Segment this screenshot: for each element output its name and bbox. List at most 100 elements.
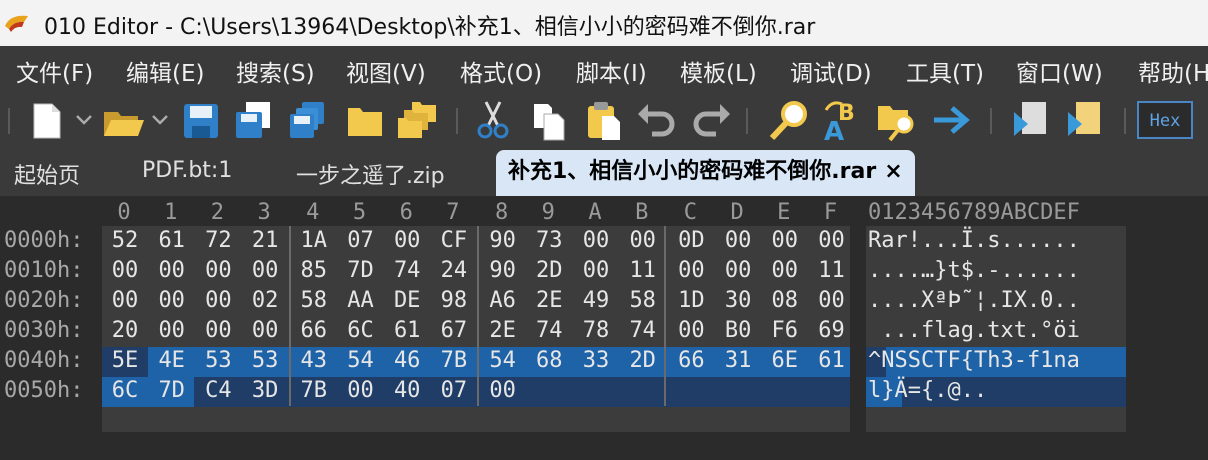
hex-byte[interactable]: 7B xyxy=(431,348,477,373)
menu-templates[interactable]: 模板(L) xyxy=(680,54,757,88)
replace-button[interactable]: BA xyxy=(820,96,866,147)
hex-byte[interactable]: 40 xyxy=(384,378,430,403)
hex-byte[interactable]: 2D xyxy=(620,348,666,373)
hex-byte[interactable]: F6 xyxy=(762,318,808,343)
hex-byte[interactable]: 00 xyxy=(102,288,148,313)
close-icon[interactable]: × xyxy=(884,150,902,194)
hex-byte[interactable]: 11 xyxy=(809,258,855,283)
hex-byte[interactable]: 07 xyxy=(338,228,384,253)
hex-byte[interactable]: 74 xyxy=(620,318,666,343)
paste-button[interactable] xyxy=(582,96,628,144)
hex-byte[interactable]: 61 xyxy=(384,318,430,343)
hex-byte[interactable]: 85 xyxy=(291,258,337,283)
run-script-button[interactable] xyxy=(1008,96,1054,144)
hex-byte[interactable]: 46 xyxy=(384,348,430,373)
hex-byte[interactable]: 11 xyxy=(620,258,666,283)
hex-byte[interactable]: 00 xyxy=(715,258,761,283)
hex-byte[interactable]: 30 xyxy=(715,288,761,313)
hex-mode-button[interactable]: Hex xyxy=(1136,96,1194,144)
hex-byte[interactable]: 74 xyxy=(526,318,572,343)
hex-byte[interactable]: 02 xyxy=(242,288,288,313)
hex-byte[interactable]: 43 xyxy=(291,348,337,373)
open-dropdown-button[interactable] xyxy=(148,96,172,144)
ascii-text[interactable]: ...flag.txt.°öi xyxy=(868,318,1128,343)
hex-byte[interactable]: 00 xyxy=(809,228,855,253)
hex-byte[interactable]: 54 xyxy=(338,348,384,373)
tab-rar-file[interactable]: 补充1、相信小小的密码难不倒你.rar × xyxy=(496,150,915,196)
hex-byte[interactable]: 00 xyxy=(620,228,666,253)
hex-byte[interactable]: 00 xyxy=(195,258,241,283)
open-file-button[interactable] xyxy=(100,96,146,144)
hex-byte[interactable]: 08 xyxy=(762,288,808,313)
hex-byte[interactable]: 6E xyxy=(762,348,808,373)
hex-byte[interactable]: 00 xyxy=(149,258,195,283)
hex-byte[interactable]: 7D xyxy=(338,258,384,283)
hex-byte[interactable]: 24 xyxy=(431,258,477,283)
hex-byte[interactable]: 1A xyxy=(291,228,337,253)
hex-byte[interactable]: 58 xyxy=(291,288,337,313)
tab-zip-file[interactable]: 一步之遥了.zip xyxy=(296,158,445,190)
hex-byte[interactable]: 33 xyxy=(573,348,619,373)
open-workspace-button[interactable] xyxy=(342,96,388,144)
hex-byte[interactable]: AA xyxy=(338,288,384,313)
hex-byte[interactable]: 2D xyxy=(526,258,572,283)
hex-byte[interactable]: 67 xyxy=(431,318,477,343)
hex-byte[interactable]: 00 xyxy=(480,378,526,403)
hex-byte[interactable]: 00 xyxy=(809,288,855,313)
hex-byte[interactable]: 7B xyxy=(291,378,337,403)
hex-byte[interactable]: 00 xyxy=(242,318,288,343)
hex-byte[interactable]: 2E xyxy=(526,288,572,313)
cut-button[interactable] xyxy=(470,96,516,144)
hex-byte[interactable]: B0 xyxy=(715,318,761,343)
menu-format[interactable]: 格式(O) xyxy=(460,54,542,88)
redo-button[interactable] xyxy=(688,96,734,144)
ascii-text[interactable]: ^NSSCTF{Th3-f1na xyxy=(868,348,1128,373)
ascii-text[interactable]: ....XªÞ˜¦.IX.0.. xyxy=(868,288,1128,313)
hex-byte[interactable]: 4E xyxy=(149,348,195,373)
hex-byte[interactable]: DE xyxy=(384,288,430,313)
ascii-text[interactable]: Rar!...Ï.s...... xyxy=(868,228,1128,253)
menu-edit[interactable]: 编辑(E) xyxy=(126,54,204,88)
save-button[interactable] xyxy=(178,96,224,144)
hex-byte[interactable]: 00 xyxy=(573,258,619,283)
hex-byte[interactable]: 98 xyxy=(431,288,477,313)
hex-byte[interactable]: 61 xyxy=(149,228,195,253)
ascii-text[interactable]: l}Ä={.@.. xyxy=(868,378,1128,403)
hex-byte[interactable]: 58 xyxy=(620,288,666,313)
hex-byte[interactable]: 20 xyxy=(102,318,148,343)
find-button[interactable] xyxy=(766,96,812,144)
tab-pdf-template[interactable]: PDF.bt:1 xyxy=(142,158,232,183)
new-file-button[interactable] xyxy=(24,96,70,144)
menu-search[interactable]: 搜索(S) xyxy=(236,54,315,88)
hex-byte[interactable]: 73 xyxy=(526,228,572,253)
undo-button[interactable] xyxy=(634,96,680,144)
ascii-text[interactable]: ....…}t$.-...... xyxy=(868,258,1128,283)
hex-byte[interactable]: 90 xyxy=(480,228,526,253)
hex-byte[interactable]: 78 xyxy=(573,318,619,343)
hex-byte[interactable]: 52 xyxy=(102,228,148,253)
hex-byte[interactable]: 53 xyxy=(195,348,241,373)
hex-byte[interactable]: CF xyxy=(431,228,477,253)
copy-button[interactable] xyxy=(526,96,572,144)
hex-byte[interactable]: 74 xyxy=(384,258,430,283)
hex-byte[interactable]: 00 xyxy=(195,318,241,343)
tab-start-page[interactable]: 起始页 xyxy=(14,158,80,190)
hex-byte[interactable]: 69 xyxy=(809,318,855,343)
hex-byte[interactable]: 72 xyxy=(195,228,241,253)
hex-byte[interactable]: 00 xyxy=(242,258,288,283)
save-as-button[interactable] xyxy=(230,96,276,144)
menu-file[interactable]: 文件(F) xyxy=(16,54,93,88)
hex-byte[interactable]: 6C xyxy=(102,378,148,403)
hex-byte[interactable]: 00 xyxy=(573,228,619,253)
hex-byte[interactable]: 00 xyxy=(715,228,761,253)
hex-byte[interactable]: 54 xyxy=(480,348,526,373)
hex-byte[interactable]: 00 xyxy=(384,228,430,253)
hex-byte[interactable]: A6 xyxy=(480,288,526,313)
hex-byte[interactable]: 66 xyxy=(291,318,337,343)
hex-byte[interactable]: 2E xyxy=(480,318,526,343)
menu-debug[interactable]: 调试(D) xyxy=(790,54,872,88)
hex-byte[interactable]: C4 xyxy=(195,378,241,403)
hex-byte[interactable]: 00 xyxy=(149,318,195,343)
hex-editor[interactable]: 0123456789ABCDEF 0123456789ABCDEF 0000h:… xyxy=(0,196,1208,460)
hex-byte[interactable]: 6C xyxy=(338,318,384,343)
